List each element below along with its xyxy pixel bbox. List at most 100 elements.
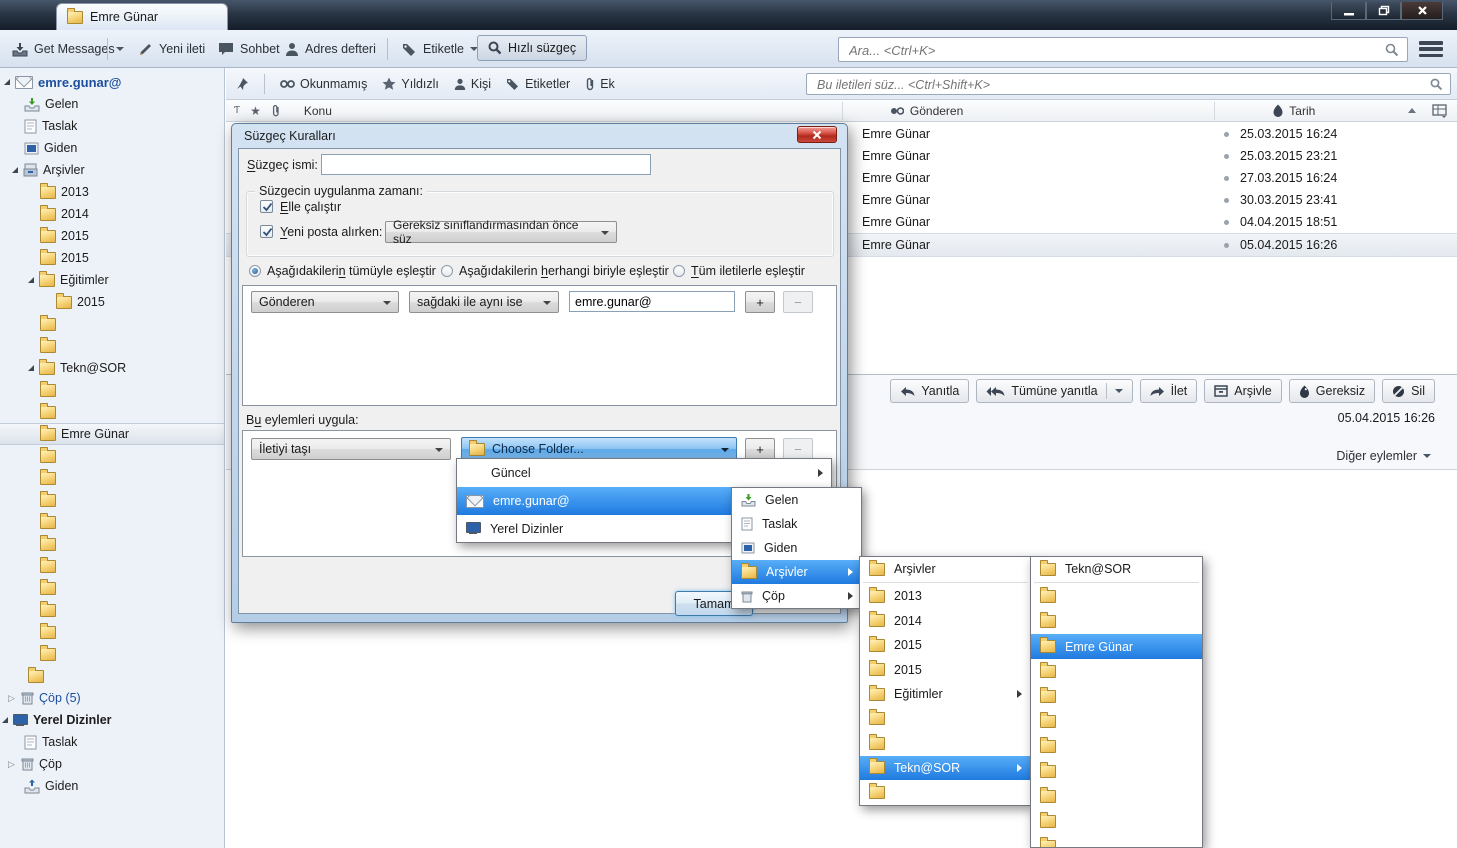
menu-item-folder[interactable] [1031,834,1202,848]
manual-run-checkbox[interactable] [260,200,273,213]
sidebar-item-cop[interactable]: ▷ Çöp (5) [0,687,224,709]
filter-tags-button[interactable]: Etiketler [506,77,570,91]
sidebar-item-2015[interactable]: 2015 [0,225,224,247]
sidebar-item-egitimler-2015[interactable]: 2015 [0,291,224,313]
menu-item-teknsor-header[interactable]: Tekn@SOR [1031,557,1202,581]
sidebar-item-folder[interactable] [0,467,224,489]
sidebar-item-2014[interactable]: 2014 [0,203,224,225]
sidebar-item-taslak[interactable]: Taslak [0,115,224,137]
address-book-button[interactable]: Adres defteri [281,37,380,61]
column-picker-icon[interactable] [1432,104,1447,118]
remove-action-button[interactable]: − [783,438,813,460]
junk-status-dot[interactable] [1224,220,1229,225]
column-divider[interactable] [1214,102,1215,120]
sidebar-item-folder[interactable] [0,555,224,577]
global-search-input[interactable] [847,40,1371,60]
star-column-icon[interactable]: ★ [250,104,261,118]
menu-item-folder[interactable] [1031,584,1202,609]
menu-item-giden[interactable]: Giden [732,536,861,560]
pin-icon[interactable] [236,77,249,91]
sidebar-item-taslak-local[interactable]: Taslak [0,731,224,753]
menu-item-folder[interactable] [860,780,1030,805]
sidebar-item-egitimler[interactable]: Eğitimler [0,269,224,291]
get-messages-dropdown[interactable] [112,37,128,61]
menu-item-2015[interactable]: 2015 [860,633,1030,658]
condition-field-combobox[interactable]: Gönderen [251,291,399,313]
new-message-button[interactable]: Yeni ileti [134,37,209,61]
twisty-expanded-icon[interactable] [28,365,34,371]
twisty-expanded-icon[interactable] [4,79,10,85]
sidebar-item-folder[interactable] [0,313,224,335]
menu-item-folder[interactable] [1031,784,1202,809]
reply-button[interactable]: Yanıtla [890,379,969,403]
remove-condition-button[interactable]: − [783,291,813,313]
menu-item-arsivler[interactable]: Arşivler [732,560,861,584]
new-mail-checkbox[interactable] [260,225,273,238]
junk-status-dot[interactable] [1224,132,1229,137]
menu-item-folder[interactable] [1031,609,1202,634]
sidebar-item-folder[interactable] [0,599,224,621]
filter-starred-button[interactable]: Yıldızlı [382,77,439,91]
column-divider[interactable] [842,102,843,120]
sidebar-item-yerel-dizinler[interactable]: Yerel Dizinler [0,709,224,731]
get-messages-button[interactable]: Get Messages [8,37,119,61]
attachment-column-icon[interactable] [271,104,280,117]
sidebar-item-folder[interactable] [0,445,224,467]
column-gonderen[interactable]: Gönderen [910,104,963,118]
menu-item-guncel[interactable]: Güncel [457,459,831,487]
sidebar-item-folder[interactable] [0,621,224,643]
add-condition-button[interactable]: + [745,291,775,313]
sidebar-item-folder[interactable] [0,489,224,511]
menu-item-2014[interactable]: 2014 [860,609,1030,634]
forward-button[interactable]: İlet [1140,379,1198,403]
sidebar-item-folder[interactable] [0,665,224,687]
menu-item-folder[interactable] [1031,684,1202,709]
sidebar-item-folder[interactable] [0,511,224,533]
sidebar-item-gelen[interactable]: Gelen [0,93,224,115]
sidebar-item-folder[interactable] [0,577,224,599]
filter-attachment-button[interactable]: Ek [585,77,615,91]
delete-button[interactable]: Sil [1382,379,1435,403]
sidebar-item-folder[interactable] [0,379,224,401]
menu-item-arsivler-header[interactable]: Arşivler [860,557,1030,581]
junk-filter-combobox[interactable]: Gereksiz sınıflandırmasından önce süz [385,221,617,243]
sidebar-item-arsivler[interactable]: Arşivler [0,159,224,181]
archive-button[interactable]: Arşivle [1204,379,1282,403]
restore-button[interactable] [1366,2,1401,20]
window-tab[interactable]: Emre Günar [56,3,228,30]
twisty-expanded-icon[interactable] [12,167,18,173]
sidebar-item-emre-gunar-selected[interactable]: Emre Günar [0,423,224,445]
reply-all-button[interactable]: Tümüne yanıtla [976,379,1132,403]
filter-name-input[interactable] [321,154,651,175]
menu-item-folder[interactable] [860,707,1030,732]
column-tarih[interactable]: Tarih [1289,104,1315,118]
menu-item-egitimler[interactable]: Eğitimler [860,682,1030,707]
condition-op-combobox[interactable]: sağdaki ile aynı ise [409,291,559,313]
app-menu-button[interactable] [1416,39,1446,59]
column-konu[interactable]: Konu [304,104,332,118]
filter-unread-button[interactable]: Okunmamış [280,77,367,91]
chevron-down-icon[interactable] [1115,389,1123,393]
menu-item-taslak[interactable]: Taslak [732,512,861,536]
quick-filter-toggle-button[interactable]: Hızlı süzgeç [477,35,587,61]
minimize-button[interactable] [1331,2,1366,20]
sidebar-item-folder[interactable] [0,335,224,357]
menu-item-teknsor[interactable]: Tekn@SOR [860,756,1030,781]
junk-button[interactable]: Gereksiz [1289,379,1375,403]
menu-item-folder[interactable] [1031,659,1202,684]
thread-column-icon[interactable]: Ƭ [234,105,240,116]
twisty-collapsed-icon[interactable]: ▷ [8,694,16,702]
sidebar-item-teknsor[interactable]: Tekn@SOR [0,357,224,379]
sidebar-item-2013[interactable]: 2013 [0,181,224,203]
dialog-close-button[interactable] [797,126,837,143]
menu-item-folder[interactable] [1031,809,1202,834]
menu-item-gelen[interactable]: Gelen [732,488,861,512]
junk-status-dot[interactable] [1224,198,1229,203]
other-actions-button[interactable]: Diğer eylemler [1336,449,1431,463]
junk-status-dot[interactable] [1224,243,1229,248]
message-filter-input[interactable] [815,76,1409,94]
match-every-radio[interactable] [673,265,685,277]
sidebar-item-giden-local[interactable]: Giden [0,775,224,797]
close-button[interactable] [1401,2,1443,20]
add-action-button[interactable]: + [745,438,775,460]
